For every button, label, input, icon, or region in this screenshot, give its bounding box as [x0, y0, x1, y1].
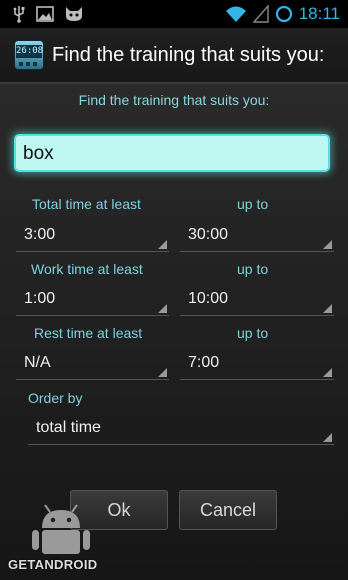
usb-icon: [12, 5, 26, 23]
total-time-min-label: Total time at least: [32, 196, 141, 212]
work-time-min-value: 1:00: [24, 290, 56, 307]
total-time-max-spinner[interactable]: 30:00: [180, 220, 334, 252]
dialog-heading: Find the training that suits you:: [78, 92, 270, 108]
dropdown-arrow-icon: [158, 240, 167, 249]
rest-time-max-value: 7:00: [188, 354, 220, 371]
title-bar: 26:08 Find the training that suits you:: [0, 28, 348, 82]
rest-time-max-spinner[interactable]: 7:00: [180, 348, 334, 380]
rest-time-min-label: Rest time at least: [34, 325, 143, 341]
work-time-min-spinner[interactable]: 1:00: [16, 284, 169, 316]
search-input[interactable]: box: [14, 134, 330, 172]
signal-icon: [252, 5, 269, 23]
work-time-min-label: Work time at least: [31, 261, 143, 277]
dropdown-arrow-icon: [158, 368, 167, 377]
watermark: GETANDROID: [6, 504, 118, 572]
clock: 18:11: [298, 4, 340, 23]
cancel-button[interactable]: Cancel: [179, 490, 277, 530]
image-icon: [36, 6, 54, 22]
dropdown-arrow-icon: [323, 240, 332, 249]
status-bar: 18:11: [0, 0, 348, 28]
dropdown-arrow-icon: [323, 304, 332, 313]
android-robot-icon: [30, 504, 92, 561]
total-time-max-label: up to: [237, 196, 269, 212]
sync-icon: [275, 5, 293, 23]
order-by-spinner[interactable]: total time: [28, 413, 334, 445]
work-time-max-value: 10:00: [188, 290, 229, 307]
rest-time-min-spinner[interactable]: N/A: [16, 348, 169, 380]
dropdown-arrow-icon: [323, 433, 332, 442]
order-by-value: total time: [36, 419, 101, 436]
wifi-icon: [225, 5, 247, 23]
work-time-max-label: up to: [237, 261, 269, 277]
cat-icon: [64, 6, 84, 22]
app-icon[interactable]: 26:08: [14, 40, 44, 70]
rest-time-max-label: up to: [237, 325, 269, 341]
total-time-min-value: 3:00: [24, 226, 56, 243]
rest-time-min-value: N/A: [24, 354, 51, 371]
total-time-min-spinner[interactable]: 3:00: [16, 220, 169, 252]
app-icon-controls: [19, 62, 39, 66]
window-title: Find the training that suits you:: [52, 43, 325, 66]
dropdown-arrow-icon: [158, 304, 167, 313]
watermark-text: GETANDROID: [8, 557, 98, 572]
search-dialog: Find the training that suits you: box To…: [0, 84, 348, 580]
order-by-label: Order by: [28, 390, 83, 406]
work-time-max-spinner[interactable]: 10:00: [180, 284, 334, 316]
total-time-max-value: 30:00: [188, 226, 229, 243]
dropdown-arrow-icon: [323, 368, 332, 377]
app-icon-label: 26:08: [16, 45, 44, 58]
